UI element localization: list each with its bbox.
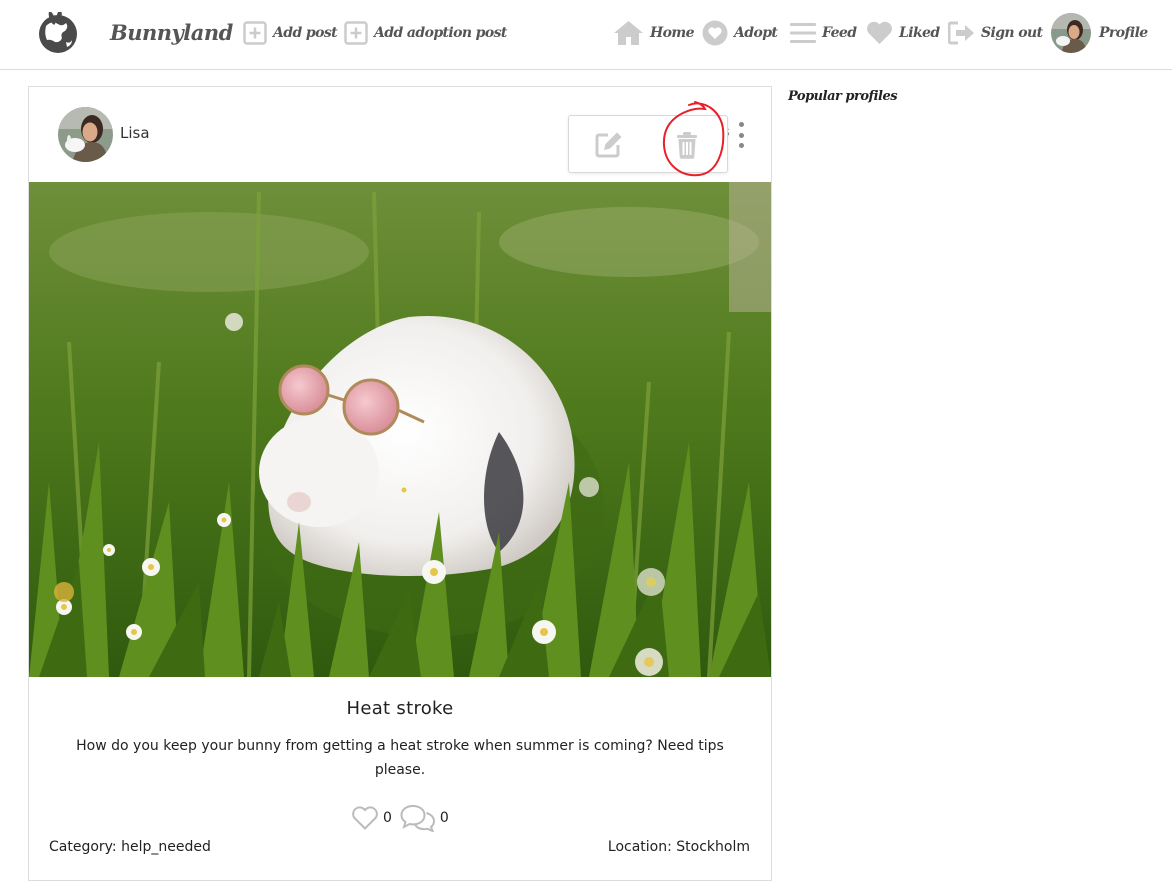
post-image[interactable] (29, 182, 771, 677)
post-stats: 0 0 (351, 803, 457, 833)
nav-add-adoption-post-label: Add adoption post (374, 25, 507, 41)
bars-icon (790, 23, 816, 43)
heart-outline-icon[interactable] (351, 805, 379, 831)
avatar (1051, 13, 1091, 53)
comments-icon[interactable] (400, 804, 436, 832)
post-body: How do you keep your bunny from getting … (76, 738, 724, 778)
brand-name[interactable]: Bunnyland (110, 20, 233, 45)
post-author-name[interactable]: Lisa (120, 124, 150, 142)
comments-count: 0 (439, 810, 449, 826)
popular-profiles-heading: Popular profiles (788, 89, 898, 104)
ellipsis-vertical-icon[interactable] (735, 122, 747, 148)
nav-adopt-label: Adopt (734, 25, 778, 41)
nav-sign-out-label: Sign out (981, 25, 1043, 41)
nav-add-adoption-post[interactable]: Add adoption post (344, 20, 507, 46)
top-navbar: Bunnyland Add post Add adoption post Hom… (0, 0, 1172, 70)
nav-sign-out[interactable]: Sign out (948, 20, 1043, 46)
edit-icon (595, 132, 622, 158)
home-icon (614, 21, 643, 45)
plus-square-icon (344, 21, 368, 45)
post-category: Category: help_needed (49, 839, 211, 855)
globe-bunny-icon (39, 12, 77, 53)
post-location: Location: Stockholm (607, 839, 750, 855)
sign-out-icon (948, 21, 974, 45)
nav-home[interactable]: Home (613, 20, 694, 46)
nav-home-label: Home (650, 25, 694, 41)
nav-profile[interactable]: Profile (1051, 13, 1148, 53)
post-card: Lisa s (28, 86, 772, 881)
nav-profile-label: Profile (1099, 25, 1148, 41)
delete-post-button[interactable] (672, 130, 702, 160)
likes-count: 0 (383, 810, 392, 826)
nav-add-post[interactable]: Add post (243, 20, 338, 46)
avatar[interactable] (58, 107, 113, 162)
plus-square-icon (243, 21, 267, 45)
nav-liked[interactable]: Liked (866, 20, 940, 46)
nav-feed-label: Feed (822, 25, 857, 41)
brand-logo-link[interactable] (36, 12, 80, 54)
post-title[interactable]: Heat stroke (29, 698, 771, 719)
heart-icon (867, 21, 892, 44)
heart-circle-icon (702, 20, 728, 46)
nav-add-post-label: Add post (273, 25, 338, 41)
trash-icon (677, 132, 697, 159)
post-action-menu (568, 115, 728, 173)
edit-post-button[interactable] (594, 130, 624, 160)
nav-adopt[interactable]: Adopt (702, 20, 778, 46)
nav-feed[interactable]: Feed (790, 20, 857, 46)
nav-liked-label: Liked (899, 25, 940, 41)
